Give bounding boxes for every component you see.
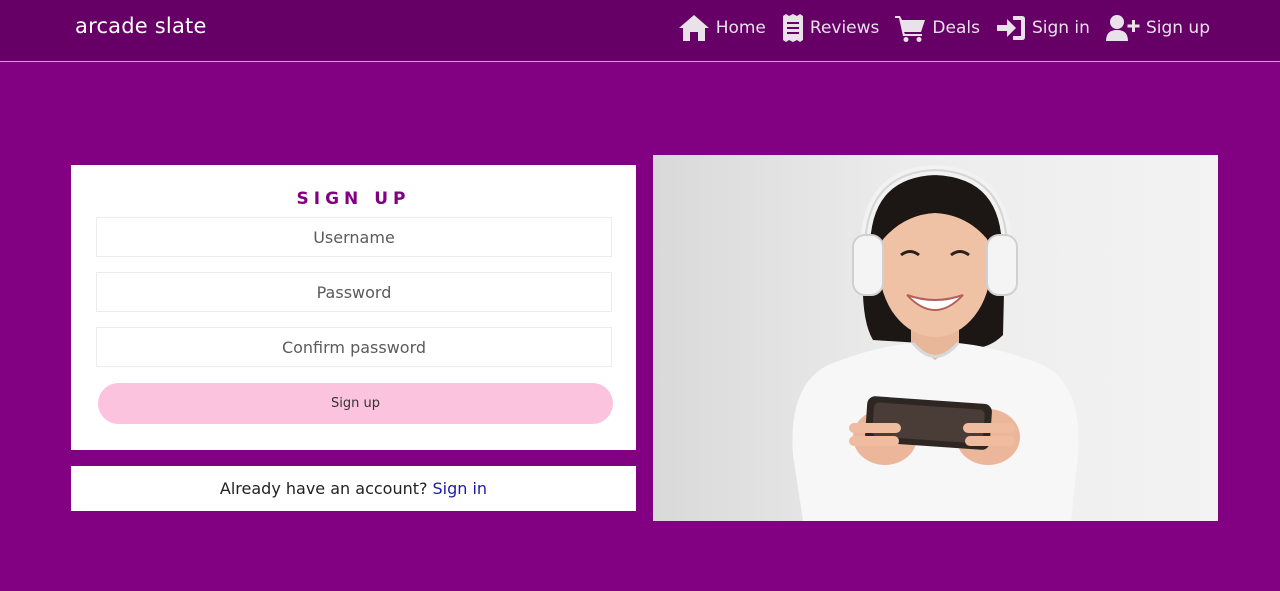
receipt-icon [782, 14, 803, 42]
nav-sign-up[interactable]: Sign up [1105, 14, 1210, 42]
signup-title: SIGN UP [296, 189, 411, 209]
hero-image [653, 155, 1218, 521]
username-input[interactable] [96, 217, 612, 257]
navbar: arcade slate Home Reviews Deals Sign in … [0, 0, 1280, 62]
signin-prompt-text: Already have an account? [219, 479, 428, 498]
sign-in-icon [996, 16, 1025, 40]
home-icon [678, 15, 709, 41]
nav-home[interactable]: Home [678, 14, 766, 42]
password-input[interactable] [96, 272, 612, 312]
nav-deals[interactable]: Deals [895, 14, 980, 42]
signup-submit-button[interactable]: Sign up [98, 383, 613, 424]
woman-with-headphones-photo [792, 164, 1079, 521]
nav-reviews-label: Reviews [809, 18, 880, 38]
user-plus-icon [1105, 15, 1140, 41]
nav-home-label: Home [715, 18, 766, 38]
nav-deals-label: Deals [932, 18, 980, 38]
brand-logo[interactable]: arcade slate [75, 14, 207, 38]
signup-card: SIGN UP Sign up [71, 165, 636, 450]
nav-links: Home Reviews Deals Sign in Sign up [678, 12, 1210, 44]
nav-sign-up-label: Sign up [1145, 18, 1210, 38]
nav-reviews[interactable]: Reviews [782, 14, 880, 42]
cart-icon [895, 16, 926, 42]
nav-sign-in[interactable]: Sign in [996, 14, 1090, 42]
nav-sign-in-label: Sign in [1031, 18, 1090, 38]
confirm-password-input[interactable] [96, 327, 612, 367]
signin-link[interactable]: Sign in [433, 479, 488, 498]
signin-prompt-box: Already have an account? Sign in [71, 466, 636, 511]
